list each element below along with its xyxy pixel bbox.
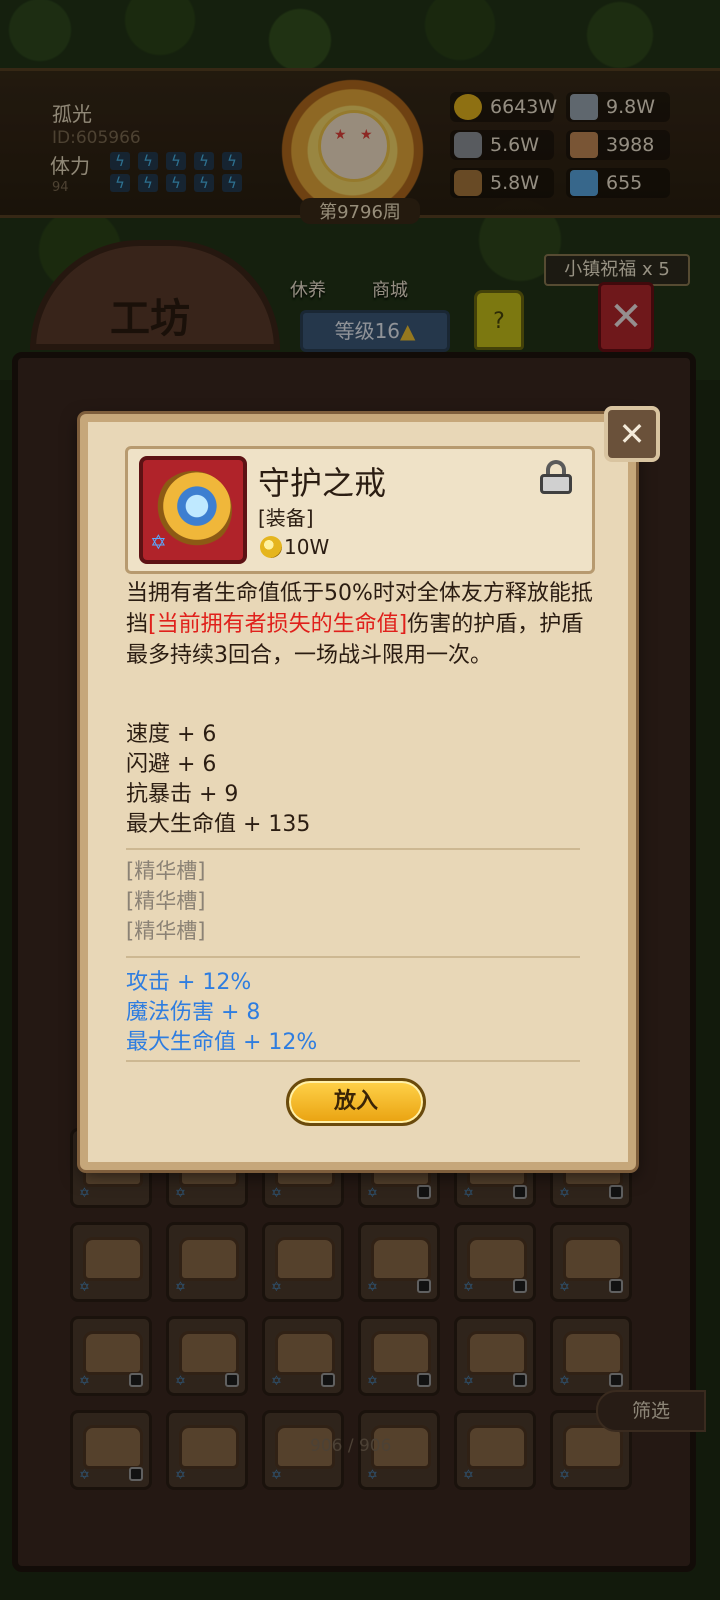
stat-line: 速度 + 6 — [126, 722, 217, 747]
stats-list: 速度 + 6 闪避 + 6 抗暴击 + 9 最大生命值 + 135 — [126, 720, 596, 840]
essence-slots: [精华槽] [精华槽] [精华槽] — [126, 856, 205, 946]
place-button[interactable]: 放入 — [286, 1078, 426, 1126]
bonus-list: 攻击 + 12% 魔法伤害 + 8 最大生命值 + 12% — [126, 968, 317, 1058]
bonus-line: 攻击 + 12% — [126, 970, 252, 995]
lock-body — [540, 474, 572, 494]
divider — [126, 956, 580, 958]
hammer-close-icon: ✕ — [618, 415, 646, 453]
stat-line: 抗暴击 + 9 — [126, 782, 239, 807]
stat-line: 最大生命值 + 135 — [126, 812, 311, 837]
stat-line: 闪避 + 6 — [126, 752, 217, 777]
item-price: 10W — [284, 535, 330, 559]
item-name: 守护之戒 — [258, 464, 387, 502]
essence-slot[interactable]: [精华槽] — [126, 916, 205, 946]
star-icon: ✡ — [150, 530, 167, 554]
gold-coin-icon — [260, 536, 282, 558]
lock-toggle-icon[interactable] — [540, 460, 572, 494]
item-description: 当拥有者生命值低于50%时对全体友方释放能抵挡[当前拥有者损失的生命值]伤害的护… — [126, 578, 596, 671]
item-type: [装备] — [258, 506, 314, 530]
essence-slot[interactable]: [精华槽] — [126, 856, 205, 886]
divider — [126, 848, 580, 850]
divider — [126, 1060, 580, 1062]
bonus-line: 最大生命值 + 12% — [126, 1030, 318, 1055]
essence-slot[interactable]: [精华槽] — [126, 886, 205, 916]
close-dialog-button[interactable]: ✕ — [604, 406, 660, 462]
bonus-line: 魔法伤害 + 8 — [126, 1000, 261, 1025]
description-highlight: [当前拥有者损失的生命值] — [148, 612, 408, 637]
